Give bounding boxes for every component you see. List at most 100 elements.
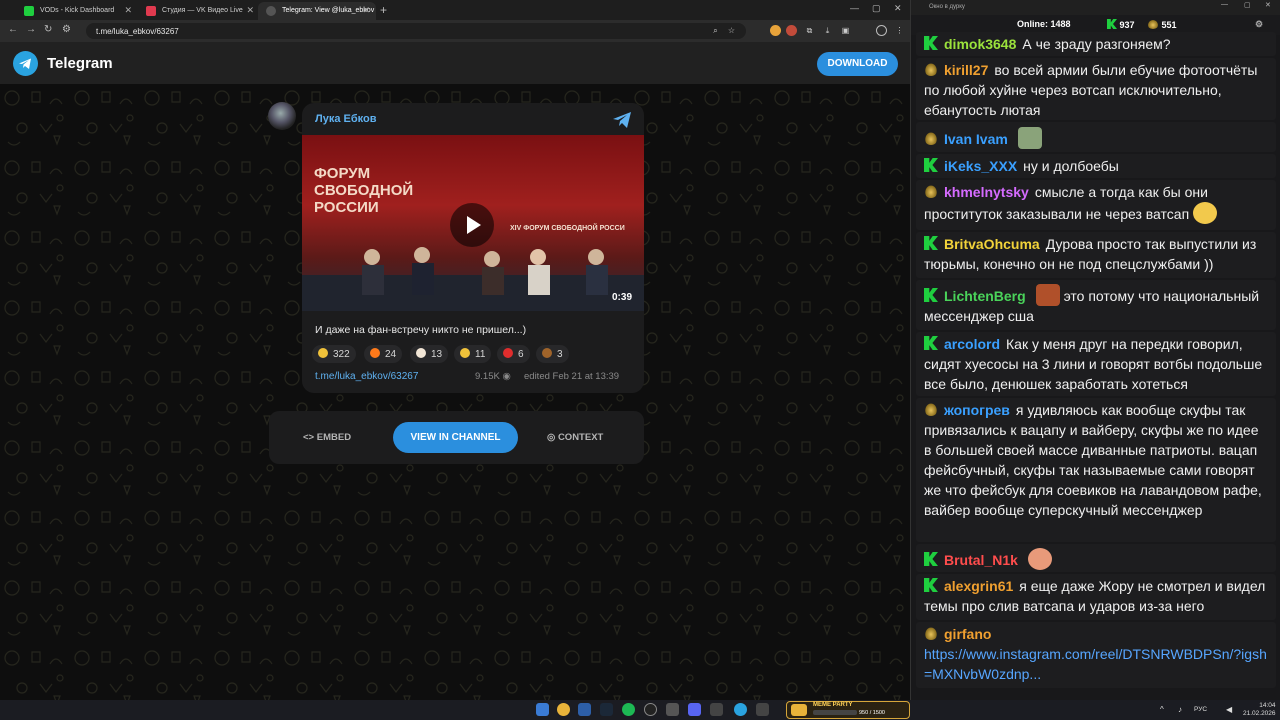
close-tab-icon[interactable]: ✕: [246, 5, 254, 16]
context-button[interactable]: ◎ CONTEXT: [547, 432, 603, 443]
tray-chevron-icon[interactable]: ^: [1160, 705, 1164, 714]
chat-username[interactable]: BritvaOhcuma: [944, 236, 1040, 252]
chat-username[interactable]: жопогрев: [944, 402, 1010, 418]
chat-username[interactable]: girfano: [944, 626, 991, 642]
context-label: CONTEXT: [557, 432, 604, 443]
zoom-icon[interactable]: ⌕: [710, 25, 721, 36]
chat-username[interactable]: alexgrin61: [944, 578, 1013, 594]
chat-text: А че зраду разгоняем?: [1022, 36, 1171, 52]
reaction-fire[interactable]: 24: [364, 345, 403, 363]
online-counter: Online: 1488: [1017, 19, 1071, 29]
chat-text: я удивляюсь как вообще скуфы так привяза…: [924, 402, 1262, 518]
file-explorer-icon[interactable]: [578, 703, 591, 716]
steam-icon[interactable]: [600, 703, 613, 716]
extensions-puzzle-icon[interactable]: ⧉: [804, 25, 815, 36]
kick-badge-icon: [924, 578, 938, 592]
reaction-clown[interactable]: 13: [410, 345, 449, 363]
reaction-poop[interactable]: 3: [536, 345, 569, 363]
chat-username[interactable]: arcolord: [944, 336, 1000, 352]
back-icon[interactable]: ←: [8, 24, 18, 35]
meme-party-widget[interactable]: MEME PARTY 950 / 1500: [786, 701, 910, 719]
eye-icon: ◉: [502, 371, 511, 382]
bookmark-star-icon[interactable]: ☆: [726, 25, 737, 36]
telegram-taskbar-icon[interactable]: [734, 703, 747, 716]
chat-username[interactable]: Ivan Ivam: [944, 131, 1008, 147]
url-text: t.me/luka_ebkov/63267: [96, 27, 179, 36]
embed-button[interactable]: <> EMBED: [303, 432, 351, 443]
telegram-logo-icon[interactable]: [13, 51, 38, 76]
app-icon[interactable]: [756, 703, 769, 716]
tab-title: Студия — VK Видео Live: [162, 7, 243, 14]
maximize-icon[interactable]: ▢: [872, 3, 881, 14]
minimize-icon[interactable]: —: [1221, 1, 1228, 8]
kick-badge-icon: [924, 36, 938, 50]
reaction-laughing[interactable]: 322: [312, 345, 356, 363]
close-tab-icon[interactable]: ✕: [362, 5, 370, 16]
volume-icon[interactable]: ◀: [1226, 705, 1232, 714]
microphone-icon[interactable]: ♪: [1178, 705, 1182, 714]
channel-name[interactable]: Лука Ебков: [315, 113, 377, 125]
tab-title: VODs - Kick Dashboard: [40, 7, 115, 14]
close-window-icon[interactable]: ✕: [894, 3, 902, 14]
minimize-icon[interactable]: —: [850, 3, 859, 13]
play-button[interactable]: [450, 203, 494, 247]
download-button[interactable]: DOWNLOAD: [817, 52, 898, 76]
telegram-favicon-icon: [266, 6, 276, 16]
language-indicator[interactable]: РУС: [1194, 706, 1207, 713]
reaction-thumbs-up[interactable]: 11: [454, 345, 492, 363]
profile-icon[interactable]: [876, 25, 887, 36]
tab-telegram[interactable]: Telegram: View @luka_ebkov ✕: [258, 2, 376, 20]
telegram-plane-icon: [613, 112, 631, 128]
chat-titlebar: Окно в дурку — ▢ ✕: [911, 0, 1280, 15]
chat-username[interactable]: Brutal_N1k: [944, 552, 1018, 568]
address-toolbar: ← → ↻ ⚙ t.me/luka_ebkov/63267 ⌕ ☆ ⧉ ⤓ ▣ …: [0, 20, 910, 42]
site-info-icon[interactable]: ⚙: [62, 24, 71, 35]
tab-vk-studio[interactable]: Студия — VK Видео Live ✕: [138, 2, 260, 20]
reload-icon[interactable]: ↻: [44, 24, 52, 35]
discord-icon[interactable]: [688, 703, 701, 716]
reaction-count: 6: [518, 349, 524, 360]
post-action-bar: <> EMBED VIEW IN CHANNEL ◎ CONTEXT: [269, 411, 644, 464]
views-value: 9.15K: [475, 371, 500, 382]
telegram-brand[interactable]: Telegram: [47, 55, 113, 72]
post-link[interactable]: t.me/luka_ebkov/63267: [315, 371, 418, 382]
reaction-broken-heart[interactable]: 6: [497, 345, 530, 363]
kick-badge-icon: [924, 236, 938, 250]
channel-avatar[interactable]: [268, 102, 296, 130]
downloads-icon[interactable]: ⤓: [822, 25, 833, 36]
spotify-icon[interactable]: [622, 703, 635, 716]
other-viewers-value: 551: [1161, 20, 1177, 30]
app-icon[interactable]: [666, 703, 679, 716]
maximize-icon[interactable]: ▢: [1244, 1, 1251, 9]
system-clock[interactable]: 14:04 21.02.2026: [1243, 702, 1276, 718]
split-view-icon[interactable]: ▣: [840, 25, 851, 36]
taskbar: MEME PARTY 950 / 1500 ^ ♪ РУС ◀ 14:04 21…: [0, 700, 1280, 720]
address-bar[interactable]: t.me/luka_ebkov/63267: [86, 23, 746, 39]
edited-timestamp: edited Feb 21 at 13:39: [524, 371, 620, 382]
chat-window-title: Окно в дурку: [929, 4, 965, 10]
extension-icon[interactable]: [786, 25, 797, 36]
new-tab-icon[interactable]: +: [380, 3, 387, 17]
clock-time: 14:04: [1259, 702, 1276, 709]
chat-username[interactable]: LichtenBerg: [944, 288, 1026, 304]
hat-badge-icon: [924, 626, 938, 640]
chat-link[interactable]: https://www.instagram.com/reel/DTSNRWBDP…: [924, 646, 1267, 682]
video-player[interactable]: ФОРУМ СВОБОДНОЙ РОССИИ XIV ФОРУМ СВОБОДН…: [302, 135, 644, 311]
forward-icon[interactable]: →: [26, 24, 36, 35]
chat-username[interactable]: khmelnytsky: [944, 184, 1029, 200]
start-menu-icon[interactable]: [536, 703, 549, 716]
app-icon[interactable]: [710, 703, 723, 716]
chat-username[interactable]: dimok3648: [944, 36, 1016, 52]
chat-username[interactable]: iKeks_XXX: [944, 158, 1017, 174]
close-tab-icon[interactable]: ✕: [124, 5, 132, 16]
close-window-icon[interactable]: ✕: [1265, 1, 1271, 9]
tab-kick-dashboard[interactable]: VODs - Kick Dashboard ✕: [16, 2, 138, 20]
settings-gear-icon[interactable]: ⚙: [1255, 19, 1263, 30]
chat-message: dimok3648 А че зраду разгоняем?: [916, 32, 1276, 56]
view-in-channel-button[interactable]: VIEW IN CHANNEL: [393, 422, 518, 453]
chat-username[interactable]: kirill27: [944, 62, 988, 78]
chrome-icon[interactable]: [557, 703, 570, 716]
extension-icon[interactable]: [770, 25, 781, 36]
menu-icon[interactable]: ⋮: [894, 25, 905, 36]
obs-icon[interactable]: [644, 703, 657, 716]
